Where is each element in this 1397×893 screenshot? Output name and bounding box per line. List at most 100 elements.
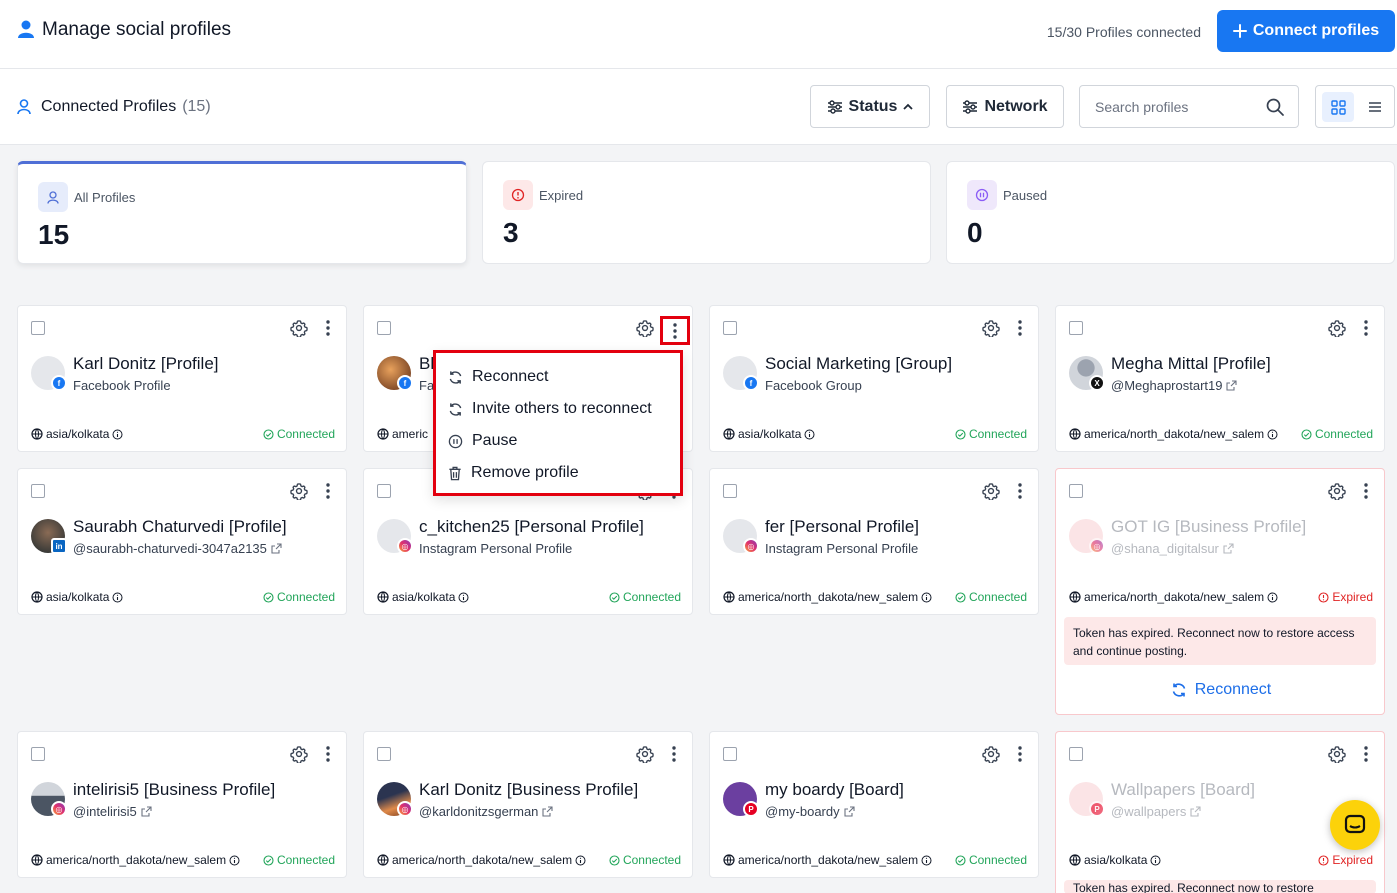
info-icon [921,592,932,603]
stat-card-all-profiles[interactable]: All Profiles 15 [17,161,467,264]
network-filter-label: Network [984,97,1048,115]
more-options-icon[interactable] [322,319,334,337]
profile-card: in Saurabh Chaturvedi [Profile] @saurabh… [17,468,347,615]
check-circle-icon [609,854,620,866]
more-options-icon[interactable] [1014,319,1026,337]
profile-actions-menu: Reconnect Invite others to reconnect Pau… [433,350,683,496]
network-filter-button[interactable]: Network [946,85,1064,128]
select-checkbox[interactable] [31,321,45,335]
gear-icon[interactable] [982,319,1000,337]
more-options-icon[interactable] [668,745,680,763]
check-circle-icon [955,428,966,440]
status-badge: Connected [955,853,1027,867]
globe-icon [377,428,389,440]
gear-icon[interactable] [1328,745,1346,763]
info-icon [229,855,240,866]
check-circle-icon [1301,428,1312,440]
info-icon [804,429,815,440]
timezone: asia/kolkata [1069,853,1161,867]
more-options-icon[interactable] [1360,745,1372,763]
stat-card-expired[interactable]: Expired 3 [482,161,931,264]
search-icon[interactable] [1266,98,1284,116]
external-link-icon [1190,806,1201,817]
select-checkbox[interactable] [31,747,45,761]
status-filter-button[interactable]: Status [810,85,930,128]
grid-icon [1330,99,1346,115]
list-view-button[interactable] [1360,92,1390,122]
timezone: asia/kolkata [31,590,123,604]
globe-icon [723,591,735,603]
globe-icon [31,854,43,866]
gear-icon[interactable] [636,745,654,763]
menu-item-invite-reconnect[interactable]: Invite others to reconnect [448,397,652,421]
more-options-icon[interactable] [322,745,334,763]
select-checkbox[interactable] [377,321,391,335]
profile-name: Bl [419,354,435,373]
user-icon [18,20,34,38]
select-checkbox[interactable] [723,484,737,498]
gear-icon[interactable] [982,482,1000,500]
more-options-icon[interactable] [1360,482,1372,500]
gear-icon[interactable] [290,745,308,763]
gear-icon[interactable] [982,745,1000,763]
select-checkbox[interactable] [377,484,391,498]
profile-subtitle: @my-boardy [765,804,855,819]
gear-icon[interactable] [1328,482,1346,500]
expired-notice: Token has expired. Reconnect now to rest… [1064,880,1376,893]
instagram-icon: ◎ [397,538,413,554]
select-checkbox[interactable] [31,484,45,498]
more-options-icon[interactable] [1014,482,1026,500]
gear-icon[interactable] [1328,319,1346,337]
select-checkbox[interactable] [377,747,391,761]
globe-icon [1069,428,1081,440]
profile-card-expired: ◎ GOT IG [Business Profile] @shana_digit… [1055,468,1385,715]
profile-card: ◎ fer [Personal Profile] Instagram Perso… [709,468,1039,615]
status-badge: Expired [1318,853,1373,867]
gear-icon[interactable] [290,482,308,500]
instagram-icon: ◎ [1089,538,1105,554]
info-icon [458,592,469,603]
timezone: america/north_dakota/new_salem [723,853,932,867]
timezone: america/north_dakota/new_salem [723,590,932,604]
globe-icon [377,591,389,603]
profile-card: f Karl Donitz [Profile] Facebook Profile… [17,305,347,452]
profile-subtitle: @intelirisi5 [73,804,152,819]
select-checkbox[interactable] [1069,484,1083,498]
chat-button[interactable] [1330,800,1380,850]
info-icon [1150,855,1161,866]
globe-icon [1069,854,1081,866]
profile-name: Social Marketing [Group] [765,354,953,373]
more-options-icon[interactable] [322,482,334,500]
refresh-icon [448,402,463,417]
stat-label: Paused [1003,188,1048,203]
alert-circle-icon [1318,854,1329,866]
gear-icon[interactable] [290,319,308,337]
select-checkbox[interactable] [723,321,737,335]
stat-label: Expired [539,188,584,203]
check-circle-icon [263,591,274,603]
menu-item-reconnect[interactable]: Reconnect [448,365,549,389]
stat-card-paused[interactable]: Paused 0 [946,161,1395,264]
more-options-icon[interactable] [1014,745,1026,763]
select-checkbox[interactable] [1069,321,1083,335]
timezone: asia/kolkata [31,427,123,441]
info-icon [575,855,586,866]
select-checkbox[interactable] [1069,747,1083,761]
menu-item-remove-profile[interactable]: Remove profile [448,461,579,485]
more-options-icon[interactable] [660,316,690,345]
profile-subtitle: @karldonitzsgerman [419,804,553,819]
grid-view-button[interactable] [1322,92,1354,122]
stat-label: All Profiles [74,190,136,205]
connect-profiles-button[interactable]: Connect profiles [1217,10,1395,52]
profile-name: Saurabh Chaturvedi [Profile] [73,517,287,536]
menu-item-pause[interactable]: Pause [448,429,517,453]
external-link-icon [271,543,282,554]
gear-icon[interactable] [636,319,654,337]
reconnect-button[interactable]: Reconnect [1056,681,1386,699]
profile-name: fer [Personal Profile] [765,517,920,536]
profile-subtitle: Facebook Profile [73,378,171,393]
search-input[interactable] [1080,86,1260,127]
more-options-icon[interactable] [1360,319,1372,337]
search-box [1079,85,1299,128]
select-checkbox[interactable] [723,747,737,761]
